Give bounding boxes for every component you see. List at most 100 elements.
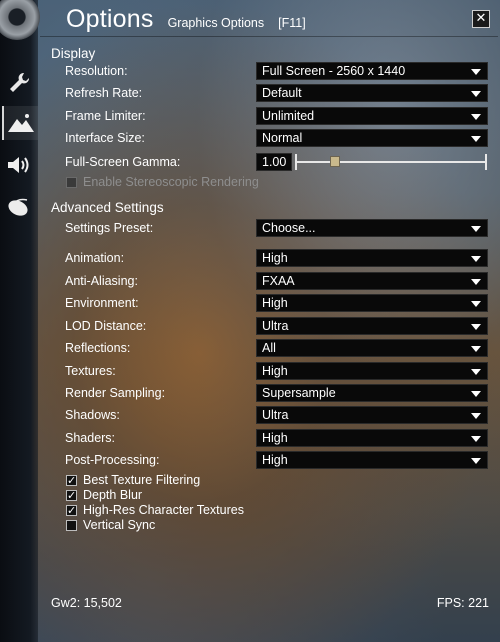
window-header: Options Graphics Options [F11] xyxy=(66,5,306,35)
chevron-down-icon xyxy=(471,256,481,262)
stereoscopic-checkbox[interactable] xyxy=(66,177,77,188)
sidebar xyxy=(0,0,40,642)
settings-preset-value: Choose... xyxy=(262,221,316,235)
window-subtitle: Graphics Options xyxy=(167,16,265,30)
chevron-down-icon xyxy=(471,458,481,464)
best-texture-filtering-label: Best Texture Filtering xyxy=(83,473,201,487)
chevron-down-icon xyxy=(471,279,481,285)
frame-limiter-dropdown[interactable]: Unlimited xyxy=(256,107,488,125)
refresh-rate-value: Default xyxy=(262,86,302,100)
frame-limiter-label: Frame Limiter: xyxy=(65,109,146,123)
reflections-label: Reflections: xyxy=(65,341,131,355)
shaders-label: Shaders: xyxy=(65,431,116,445)
chevron-down-icon xyxy=(471,301,481,307)
render-sampling-dropdown[interactable]: Supersample xyxy=(256,384,488,402)
gamma-value[interactable]: 1.00 xyxy=(256,153,292,171)
settings-preset-label: Settings Preset: xyxy=(65,221,154,235)
mouse-icon xyxy=(8,198,28,216)
build-number: Gw2: 15,502 xyxy=(51,596,122,610)
fps-counter: FPS: 221 xyxy=(436,596,489,610)
environment-value: High xyxy=(262,296,288,310)
vertical-sync-label: Vertical Sync xyxy=(83,518,156,532)
display-heading: Display xyxy=(51,46,96,61)
post-processing-dropdown[interactable]: High xyxy=(256,451,488,469)
frame-limiter-value: Unlimited xyxy=(262,109,315,123)
lod-distance-dropdown[interactable]: Ultra xyxy=(256,317,488,335)
anti-aliasing-label: Anti-Aliasing: xyxy=(65,274,138,288)
resolution-value: Full Screen - 2560 x 1440 xyxy=(262,64,406,78)
checkmark-icon: ✓ xyxy=(67,504,77,517)
header-divider xyxy=(40,36,498,37)
lod-distance-label: LOD Distance: xyxy=(65,319,147,333)
window-hotkey: [F11] xyxy=(278,16,306,30)
mountains-icon xyxy=(8,114,34,132)
checkmark-icon: ✓ xyxy=(67,489,77,502)
shaders-value: High xyxy=(262,431,288,445)
chevron-down-icon xyxy=(471,346,481,352)
lod-distance-value: Ultra xyxy=(262,319,289,333)
shadows-value: Ultra xyxy=(262,408,289,422)
refresh-rate-label: Refresh Rate: xyxy=(65,86,143,100)
settings-preset-dropdown[interactable]: Choose... xyxy=(256,219,488,237)
gamma-slider-handle[interactable] xyxy=(329,156,340,167)
environment-dropdown[interactable]: High xyxy=(256,294,488,312)
advanced-heading: Advanced Settings xyxy=(51,200,164,215)
post-processing-value: High xyxy=(262,453,288,467)
close-icon: ✕ xyxy=(475,11,487,26)
chevron-down-icon xyxy=(471,91,481,97)
depth-blur-label: Depth Blur xyxy=(83,488,143,502)
environment-label: Environment: xyxy=(65,296,139,310)
tab-general[interactable] xyxy=(2,66,36,100)
chevron-down-icon xyxy=(471,391,481,397)
resolution-dropdown[interactable]: Full Screen - 2560 x 1440 xyxy=(256,62,488,80)
chevron-down-icon xyxy=(471,136,481,142)
animation-label: Animation: xyxy=(65,251,125,265)
post-processing-label: Post-Processing: xyxy=(65,453,160,467)
vertical-sync-checkbox[interactable] xyxy=(66,520,77,531)
anti-aliasing-dropdown[interactable]: FXAA xyxy=(256,272,488,290)
window-title: Options xyxy=(66,5,154,33)
chevron-down-icon xyxy=(471,413,481,419)
render-sampling-value: Supersample xyxy=(262,386,336,400)
tab-controls[interactable] xyxy=(2,190,36,224)
chevron-down-icon xyxy=(471,69,481,75)
resolution-label: Resolution: xyxy=(65,64,128,78)
gamma-label: Full-Screen Gamma: xyxy=(65,155,181,169)
shadows-label: Shadows: xyxy=(65,408,120,422)
refresh-rate-dropdown[interactable]: Default xyxy=(256,84,488,102)
best-texture-filtering-checkbox[interactable]: ✓ xyxy=(66,475,77,486)
gear-icon xyxy=(0,0,40,40)
interface-size-value: Normal xyxy=(262,131,303,145)
gamma-slider[interactable] xyxy=(296,161,486,163)
shadows-dropdown[interactable]: Ultra xyxy=(256,406,488,424)
animation-value: High xyxy=(262,251,288,265)
shaders-dropdown[interactable]: High xyxy=(256,429,488,447)
speaker-icon xyxy=(8,157,29,173)
anti-aliasing-value: FXAA xyxy=(262,274,295,288)
reflections-dropdown[interactable]: All xyxy=(256,339,488,357)
close-button[interactable]: ✕ xyxy=(472,10,490,28)
reflections-value: All xyxy=(262,341,276,355)
tab-sound[interactable] xyxy=(2,148,36,182)
textures-value: High xyxy=(262,364,288,378)
chevron-down-icon xyxy=(471,226,481,232)
wrench-icon xyxy=(10,72,30,92)
high-res-character-textures-checkbox[interactable]: ✓ xyxy=(66,505,77,516)
chevron-down-icon xyxy=(471,324,481,330)
tab-graphics[interactable] xyxy=(2,106,38,140)
checkmark-icon: ✓ xyxy=(67,474,77,487)
render-sampling-label: Render Sampling: xyxy=(65,386,166,400)
interface-size-label: Interface Size: xyxy=(65,131,145,145)
chevron-down-icon xyxy=(471,436,481,442)
depth-blur-checkbox[interactable]: ✓ xyxy=(66,490,77,501)
textures-label: Textures: xyxy=(65,364,116,378)
options-window: Options Graphics Options [F11] ✕ Display… xyxy=(0,0,500,642)
animation-dropdown[interactable]: High xyxy=(256,249,488,267)
high-res-character-textures-label: High-Res Character Textures xyxy=(83,503,244,517)
textures-dropdown[interactable]: High xyxy=(256,362,488,380)
gamma-slider-max-tick xyxy=(485,154,487,170)
interface-size-dropdown[interactable]: Normal xyxy=(256,129,488,147)
chevron-down-icon xyxy=(471,114,481,120)
chevron-down-icon xyxy=(471,369,481,375)
stereoscopic-label: Enable Stereoscopic Rendering xyxy=(83,175,259,189)
